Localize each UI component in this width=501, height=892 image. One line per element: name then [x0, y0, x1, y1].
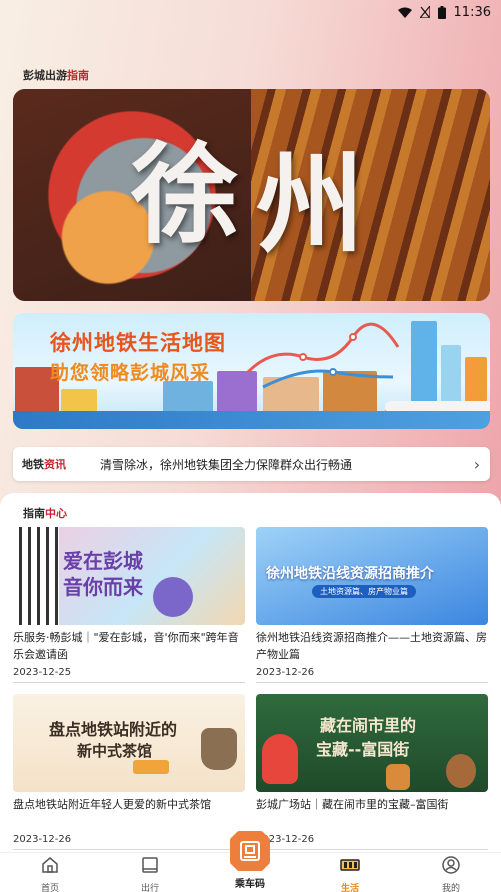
snack-illustration — [133, 760, 169, 774]
hero-char-1: 徐 — [131, 132, 240, 258]
tab-life-label: 生活 — [340, 884, 359, 892]
banner-title: 徐州地铁生活地图 — [50, 331, 226, 355]
divider — [256, 849, 488, 850]
guide-center-title: 指南中心 — [23, 505, 67, 521]
metro-line-map — [246, 322, 400, 389]
teapot-illustration — [201, 728, 237, 770]
battery-icon — [437, 5, 446, 19]
article-thumbnail[interactable]: 藏在闹市里的 宝藏--富国街 — [256, 694, 488, 792]
building-illustration — [61, 389, 97, 411]
center-title-highlight: 中心 — [45, 507, 67, 520]
life-icon — [340, 859, 360, 871]
article-card[interactable]: 爱在彭城 音你而来 乐服务·畅彭城｜"爱在彭城，音'你而来"跨年音乐会邀请函 2… — [13, 527, 245, 683]
ride-code-icon — [240, 841, 260, 861]
tab-travel[interactable]: 出行 — [100, 853, 200, 892]
piano-keys-illustration — [13, 527, 59, 625]
signal-icon — [419, 6, 430, 18]
article-date: 2023-12-26 — [256, 834, 315, 845]
news-ticker[interactable]: 地铁资讯 清雪除冰，徐州地铁集团全力保障群众出行畅通 › — [13, 447, 490, 481]
thumbnail-text: 徐州地铁沿线资源招商推介 — [266, 566, 434, 582]
article-card[interactable]: 盘点地铁站附近的 新中式茶馆 盘点地铁站附近年轻人更爱的新中式茶馆 2023-1… — [13, 694, 245, 850]
guitar-illustration — [153, 577, 193, 617]
news-label-highlight: 资讯 — [44, 458, 66, 471]
article-thumbnail[interactable]: 爱在彭城 音你而来 — [13, 527, 245, 625]
santa-illustration — [262, 734, 298, 784]
ride-code-button[interactable] — [230, 831, 270, 871]
divider — [13, 849, 245, 850]
hero-char-2: 州 — [256, 142, 365, 268]
divider — [256, 682, 488, 683]
news-ticker-text[interactable]: 清雪除冰，徐州地铁集团全力保障群众出行畅通 — [100, 456, 464, 473]
article-date: 2023-12-26 — [13, 834, 72, 845]
thumbnail-text: 音你而来 — [63, 575, 143, 599]
center-title-prefix: 指南 — [23, 507, 45, 520]
news-label-prefix: 地铁 — [22, 458, 44, 471]
guide-title-highlight: 指南 — [67, 69, 89, 82]
user-icon — [442, 856, 460, 874]
thumbnail-text: 藏在闹市里的 — [320, 716, 417, 735]
status-bar: 11:36 — [0, 0, 501, 24]
ride-code-label[interactable]: 乘车码 — [226, 875, 274, 890]
hero-banner[interactable]: 徐 州 — [13, 89, 490, 301]
banner-subtitle: 助您领略彭城风采 — [50, 362, 211, 384]
travel-icon — [142, 857, 158, 873]
article-card[interactable]: 徐州地铁沿线资源招商推介 土地资源篇、房产物业篇 徐州地铁沿线资源招商推介——土… — [256, 527, 488, 683]
banner-ground — [13, 411, 490, 429]
guide-section-title: 彭城出游指南 — [23, 67, 89, 83]
tab-home-label: 首页 — [40, 884, 59, 892]
thumbnail-text: 盘点地铁站附近的 — [49, 720, 178, 739]
article-title[interactable]: 盘点地铁站附近年轻人更爱的新中式茶馆 — [13, 796, 245, 830]
article-title[interactable]: 徐州地铁沿线资源招商推介——土地资源篇、房产物业篇 — [256, 629, 488, 663]
article-title[interactable]: 彭城广场站｜藏在闹市里的宝藏–富国街 — [256, 796, 488, 830]
metro-map-banner[interactable]: 徐州地铁生活地图 助您领略彭城风采 — [13, 313, 490, 429]
article-title[interactable]: 乐服务·畅彭城｜"爱在彭城，音'你而来"跨年音乐会邀请函 — [13, 629, 245, 663]
divider — [13, 682, 245, 683]
building-illustration — [163, 381, 213, 411]
tab-mine-label: 我的 — [441, 884, 460, 892]
thumbnail-text: 宝藏--富国街 — [316, 740, 410, 759]
tab-life[interactable]: 生活 — [300, 853, 400, 892]
article-date: 2023-12-25 — [13, 667, 72, 678]
status-time: 11:36 — [453, 4, 491, 20]
article-thumbnail[interactable]: 盘点地铁站附近的 新中式茶馆 — [13, 694, 245, 792]
article-date: 2023-12-26 — [256, 667, 315, 678]
thumbnail-tag: 土地资源篇、房产物业篇 — [312, 585, 416, 598]
article-card[interactable]: 藏在闹市里的 宝藏--富国街 彭城广场站｜藏在闹市里的宝藏–富国街 2023-1… — [256, 694, 488, 850]
guide-title-prefix: 彭城出游 — [23, 69, 67, 82]
reindeer-illustration — [446, 754, 476, 788]
tab-home[interactable]: 首页 — [0, 853, 100, 892]
chevron-right-icon[interactable]: › — [464, 455, 490, 474]
thumbnail-text: 爱在彭城 — [63, 549, 143, 573]
article-thumbnail[interactable]: 徐州地铁沿线资源招商推介 土地资源篇、房产物业篇 — [256, 527, 488, 625]
tab-travel-label: 出行 — [140, 884, 159, 892]
tower-illustration — [411, 321, 437, 411]
home-icon — [42, 857, 58, 873]
wifi-icon — [397, 7, 412, 18]
news-ticker-label: 地铁资讯 — [22, 456, 94, 472]
tab-mine[interactable]: 我的 — [401, 853, 501, 892]
thumbnail-text: 新中式茶馆 — [77, 742, 153, 760]
gingerbread-illustration — [386, 764, 410, 790]
